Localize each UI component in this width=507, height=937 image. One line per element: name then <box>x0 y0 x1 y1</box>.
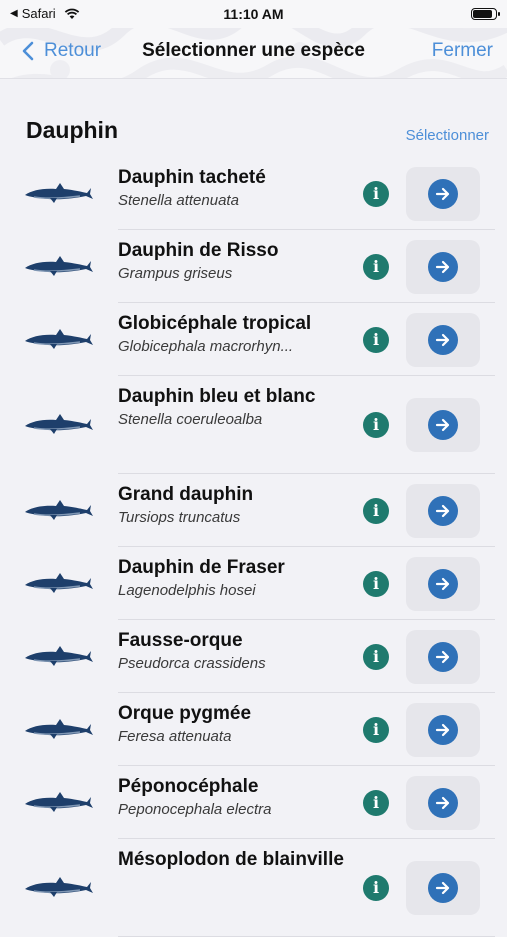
select-species-button[interactable] <box>406 166 480 221</box>
dolphin-silhouette-icon <box>24 875 94 901</box>
species-common-name: Dauphin de Fraser <box>118 557 285 578</box>
list-item[interactable]: Mésoplodon de blainville i <box>0 839 507 937</box>
dolphin-silhouette-icon <box>24 571 94 597</box>
species-scientific-name: Stenella attenuata <box>118 192 239 209</box>
species-names: Orque pygmée Feresa attenuata <box>118 702 348 748</box>
select-species-button[interactable] <box>406 312 480 367</box>
info-icon[interactable]: i <box>363 180 389 207</box>
species-names: Mésoplodon de blainville <box>118 848 348 872</box>
list-item[interactable]: Grand dauphin Tursiops truncatus i <box>0 474 507 547</box>
dolphin-silhouette-icon <box>24 790 94 816</box>
info-icon[interactable]: i <box>363 412 389 438</box>
select-species-button[interactable] <box>406 398 480 452</box>
species-scientific-name: Pseudorca crassidens <box>118 655 266 672</box>
select-species-button[interactable] <box>406 556 480 611</box>
section-header: Dauphin Sélectionner <box>0 79 507 157</box>
dolphin-silhouette-icon <box>24 498 94 524</box>
species-names: Dauphin bleu et blanc Stenella coeruleoal… <box>118 385 348 431</box>
species-names: Grand dauphin Tursiops truncatus <box>118 483 348 529</box>
arrow-right-icon <box>428 568 458 599</box>
close-button[interactable]: Fermer <box>432 40 493 62</box>
species-scientific-name: Stenella coeruleoalba <box>118 411 263 428</box>
species-scientific-name: Grampus griseus <box>118 265 233 282</box>
list-item[interactable]: Orque pygmée Feresa attenuata i <box>0 693 507 766</box>
species-common-name: Globicéphale tropical <box>118 313 312 334</box>
species-scientific-name: Tursiops truncatus <box>118 509 241 526</box>
select-species-button[interactable] <box>406 702 480 757</box>
arrow-right-icon <box>428 714 458 745</box>
species-names: Dauphin de Fraser Lagenodelphis hosei <box>118 556 348 602</box>
species-common-name: Fausse-orque <box>118 630 243 651</box>
list-item[interactable]: Dauphin de Fraser Lagenodelphis hosei i <box>0 547 507 620</box>
list-item[interactable]: Dauphin tacheté Stenella attenuata i <box>0 157 507 230</box>
info-icon[interactable]: i <box>363 326 389 353</box>
list-item[interactable]: Dauphin de Risso Grampus griseus i <box>0 230 507 303</box>
dolphin-silhouette-icon <box>24 412 94 438</box>
select-species-button[interactable] <box>406 483 480 538</box>
battery-icon <box>471 8 500 20</box>
species-common-name: Grand dauphin <box>118 484 254 505</box>
info-icon[interactable]: i <box>363 570 389 597</box>
list-item[interactable]: Globicéphale tropical Globicephala macror… <box>0 303 507 376</box>
species-common-name: Orque pygmée <box>118 703 252 724</box>
battery-level <box>473 10 492 18</box>
info-icon[interactable]: i <box>363 875 389 901</box>
species-common-name: Dauphin bleu et blanc <box>118 386 316 407</box>
section-title: Dauphin <box>26 117 118 143</box>
species-scientific-name: Peponocephala electra <box>118 801 272 818</box>
species-common-name: Péponocéphale <box>118 776 259 797</box>
arrow-right-icon <box>428 251 458 282</box>
arrow-right-icon <box>428 495 458 526</box>
list-item[interactable]: Dauphin bleu et blanc Stenella coeruleoal… <box>0 376 507 474</box>
species-names: Fausse-orque Pseudorca crassidens <box>118 629 348 675</box>
arrow-right-icon <box>428 641 458 672</box>
species-names: Dauphin tacheté Stenella attenuata <box>118 166 348 212</box>
species-common-name: Dauphin tacheté <box>118 167 266 188</box>
species-common-name: Mésoplodon de blainville <box>118 849 344 870</box>
species-scientific-name: Feresa attenuata <box>118 728 232 745</box>
species-names: Dauphin de Risso Grampus griseus <box>118 239 348 285</box>
list-item[interactable]: Péponocéphale Peponocephala electra i <box>0 766 507 839</box>
arrow-right-icon <box>428 178 458 209</box>
select-button[interactable]: Sélectionner <box>406 127 489 144</box>
species-list: Dauphin tacheté Stenella attenuata i Dauphi… <box>0 157 507 937</box>
dolphin-silhouette-icon <box>24 254 94 280</box>
navigation-bar: Retour Sélectionner une espèce Fermer <box>0 28 507 79</box>
info-icon[interactable]: i <box>363 253 389 280</box>
species-common-name: Dauphin de Risso <box>118 240 279 261</box>
info-icon[interactable]: i <box>363 789 389 816</box>
status-bar: ◀ Safari 11:10 AM <box>0 0 507 28</box>
info-icon[interactable]: i <box>363 643 389 670</box>
arrow-right-icon <box>428 873 458 903</box>
arrow-right-icon <box>428 324 458 355</box>
dolphin-silhouette-icon <box>24 717 94 743</box>
species-scientific-name: Lagenodelphis hosei <box>118 582 256 599</box>
status-time: 11:10 AM <box>223 6 284 22</box>
select-species-button[interactable] <box>406 239 480 294</box>
species-names: Péponocéphale Peponocephala electra <box>118 775 348 821</box>
dolphin-silhouette-icon <box>24 644 94 670</box>
species-scientific-name: Globicephala macrorhyn... <box>118 338 294 355</box>
dolphin-silhouette-icon <box>24 181 94 207</box>
list-item[interactable]: Fausse-orque Pseudorca crassidens i <box>0 620 507 693</box>
info-icon[interactable]: i <box>363 716 389 743</box>
select-species-button[interactable] <box>406 861 480 915</box>
species-content: Dauphin Sélectionner Dauphin tacheté Sten… <box>0 79 507 937</box>
info-icon[interactable]: i <box>363 497 389 524</box>
select-species-button[interactable] <box>406 629 480 684</box>
dolphin-silhouette-icon <box>24 327 94 353</box>
select-species-button[interactable] <box>406 775 480 830</box>
arrow-right-icon <box>428 410 458 440</box>
arrow-right-icon <box>428 787 458 818</box>
species-names: Globicéphale tropical Globicephala macror… <box>118 312 348 358</box>
